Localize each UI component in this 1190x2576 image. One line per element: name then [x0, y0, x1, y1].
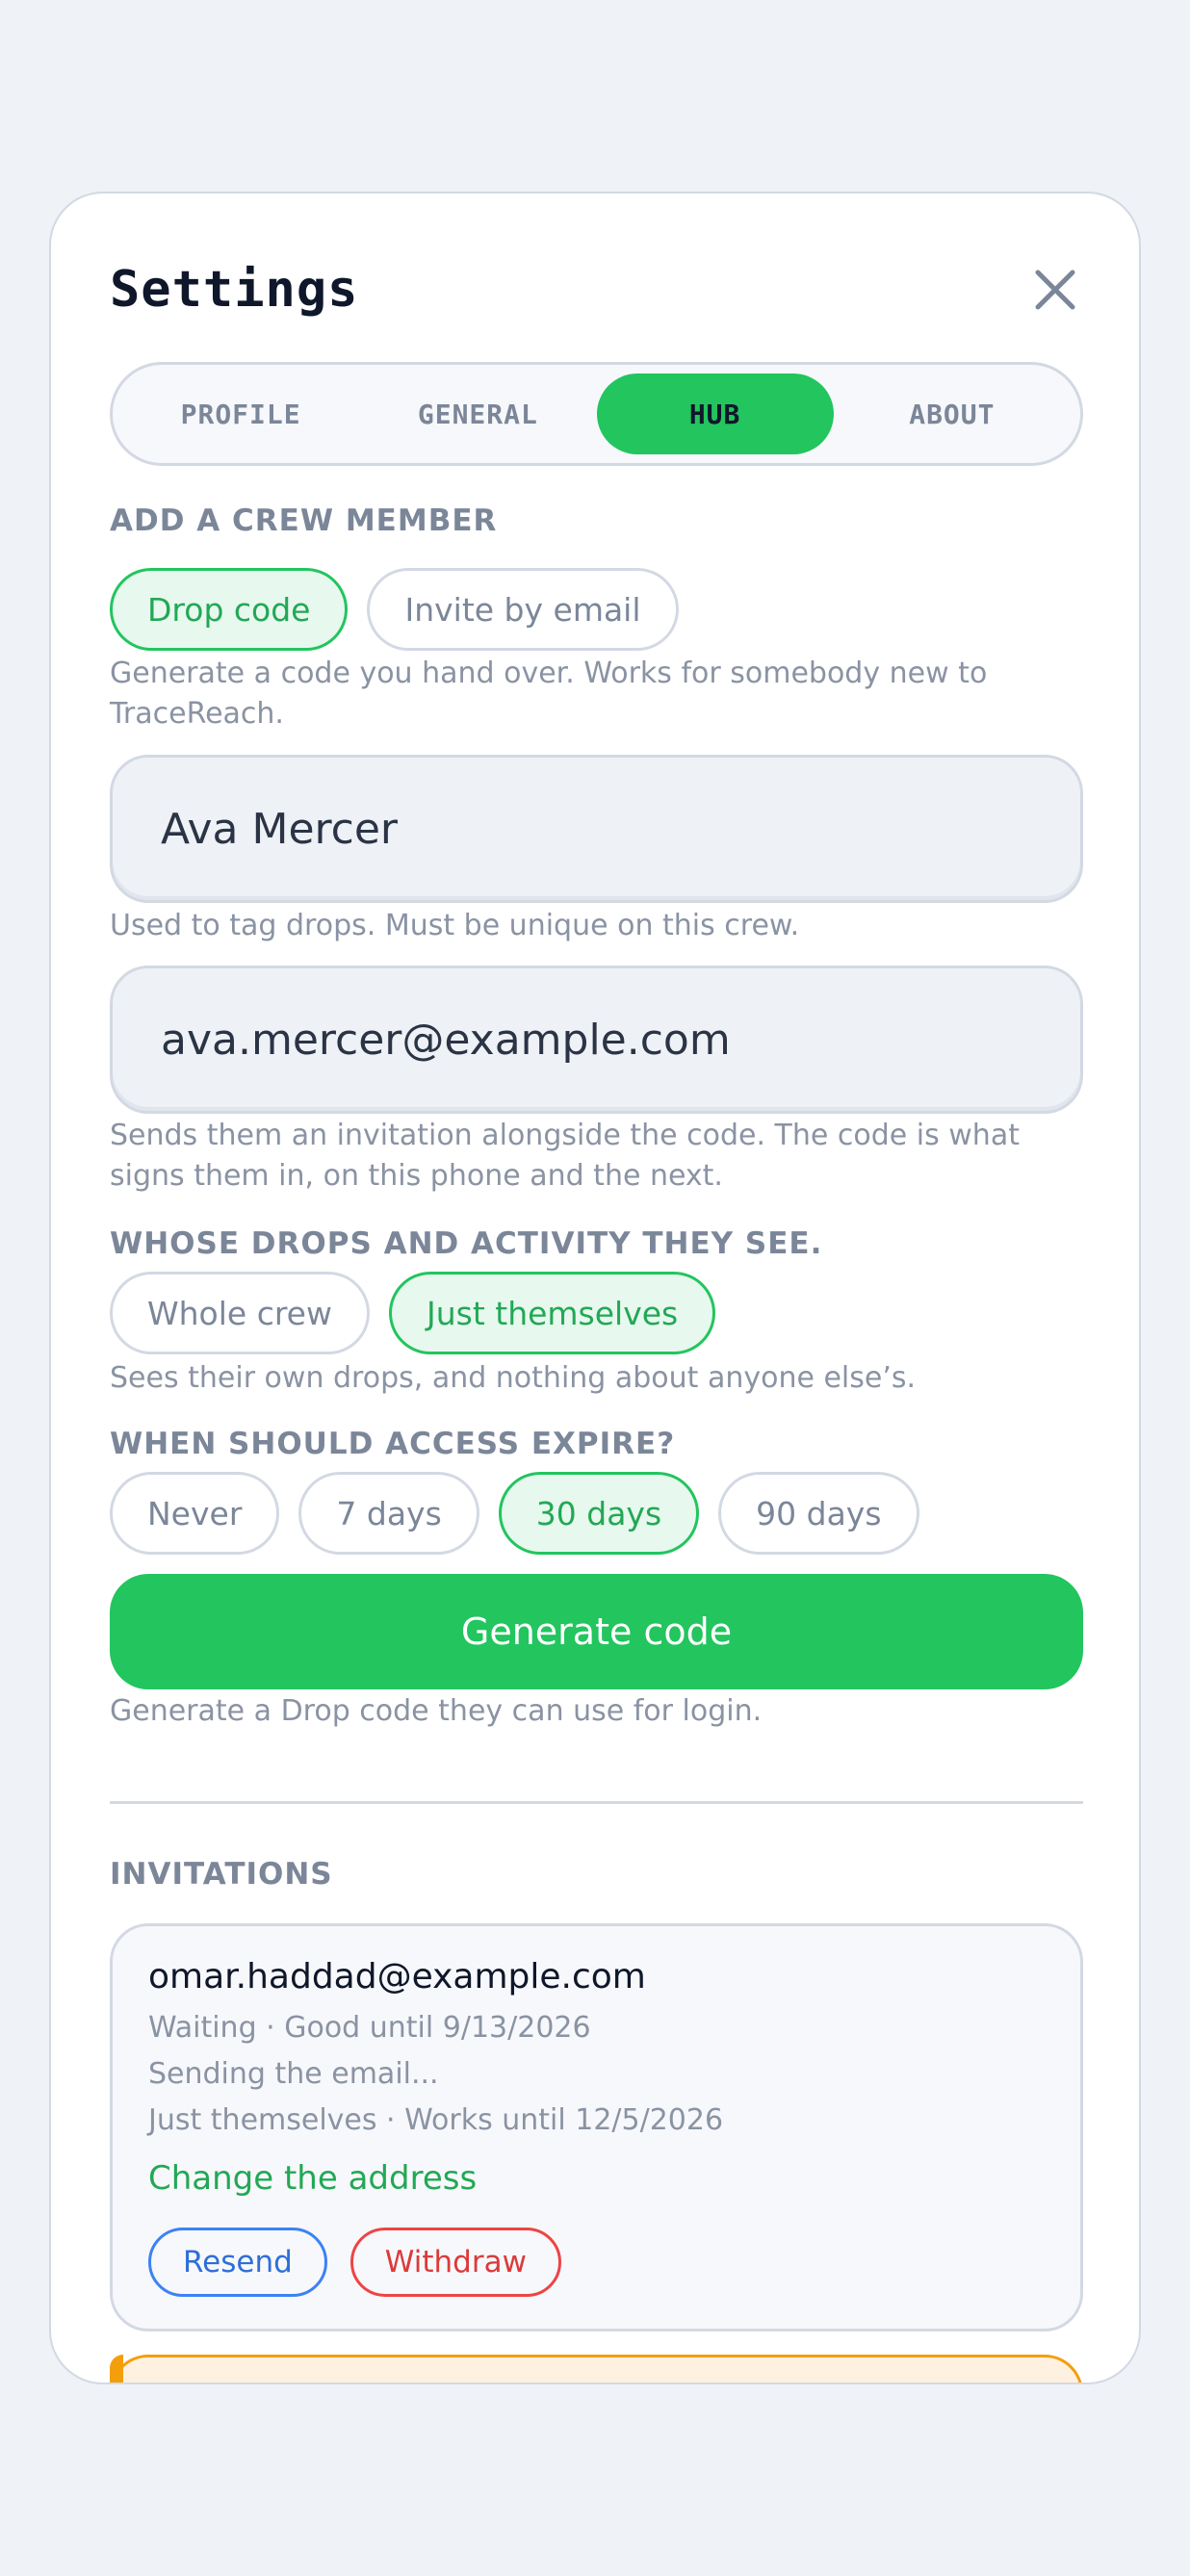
email-help-text: Sends them an invitation alongside the c… [110, 1119, 1020, 1193]
section-divider [110, 1801, 1083, 1804]
visibility-help-text: Sees their own drops, and nothing about … [110, 1361, 917, 1395]
email-input[interactable] [113, 968, 1080, 1111]
invitation-progress: Sending the email... [148, 2057, 439, 2091]
drop-code-option[interactable]: Drop code [110, 568, 349, 651]
close-icon[interactable] [1030, 265, 1080, 315]
invitation-email: omar.haddad@example.com [148, 1957, 646, 1996]
visibility-toggle: Whole crew Just themselves [110, 1272, 716, 1354]
visibility-heading: WHOSE DROPS AND ACTIVITY THEY SEE. [110, 1226, 823, 1261]
name-input[interactable] [113, 758, 1080, 900]
dialog-title: Settings [110, 261, 359, 319]
expiry-options: Never 7 days 30 days 90 days [110, 1472, 919, 1555]
email-field[interactable] [110, 966, 1083, 1114]
invitation-actions: Resend Withdraw [148, 2228, 561, 2297]
tab-profile[interactable]: PROFILE [122, 374, 359, 454]
just-themselves-option[interactable]: Just themselves [388, 1272, 716, 1354]
expiry-90-days-option[interactable]: 90 days [718, 1472, 919, 1555]
invitation-card: omar.haddad@example.com Waiting · Good u… [110, 1923, 1083, 2331]
expiry-heading: WHEN SHOULD ACCESS EXPIRE? [110, 1427, 676, 1461]
method-help-text: Generate a code you hand over. Works for… [110, 657, 988, 731]
change-address-link[interactable]: Change the address [148, 2159, 477, 2198]
invite-email-option[interactable]: Invite by email [367, 568, 679, 651]
warning-banner [110, 2355, 1083, 2383]
warning-accent-bar [110, 2355, 123, 2383]
add-method-toggle: Drop code Invite by email [110, 568, 679, 651]
whole-crew-option[interactable]: Whole crew [110, 1272, 370, 1354]
withdraw-button[interactable]: Withdraw [349, 2228, 561, 2297]
name-field[interactable] [110, 755, 1083, 903]
resend-button[interactable]: Resend [148, 2228, 327, 2297]
expiry-never-option[interactable]: Never [110, 1472, 280, 1555]
invitation-scope: Just themselves · Works until 12/5/2026 [148, 2103, 724, 2137]
tab-general[interactable]: GENERAL [359, 374, 596, 454]
expiry-7-days-option[interactable]: 7 days [298, 1472, 479, 1555]
name-help-text: Used to tag drops. Must be unique on thi… [110, 909, 800, 942]
settings-dialog: Settings PROFILE GENERAL HUB ABOUT ADD A… [49, 192, 1141, 2384]
tab-hub[interactable]: HUB [596, 374, 834, 454]
generate-help-text: Generate a Drop code they can use for lo… [110, 1694, 763, 1728]
tab-about[interactable]: ABOUT [834, 374, 1071, 454]
add-member-heading: ADD A CREW MEMBER [110, 503, 498, 538]
invitation-status: Waiting · Good until 9/13/2026 [148, 2011, 591, 2045]
generate-code-button[interactable]: Generate code [110, 1574, 1083, 1689]
settings-tabs: PROFILE GENERAL HUB ABOUT [110, 362, 1083, 466]
invitations-heading: INVITATIONS [110, 1857, 333, 1892]
expiry-30-days-option[interactable]: 30 days [498, 1472, 700, 1555]
